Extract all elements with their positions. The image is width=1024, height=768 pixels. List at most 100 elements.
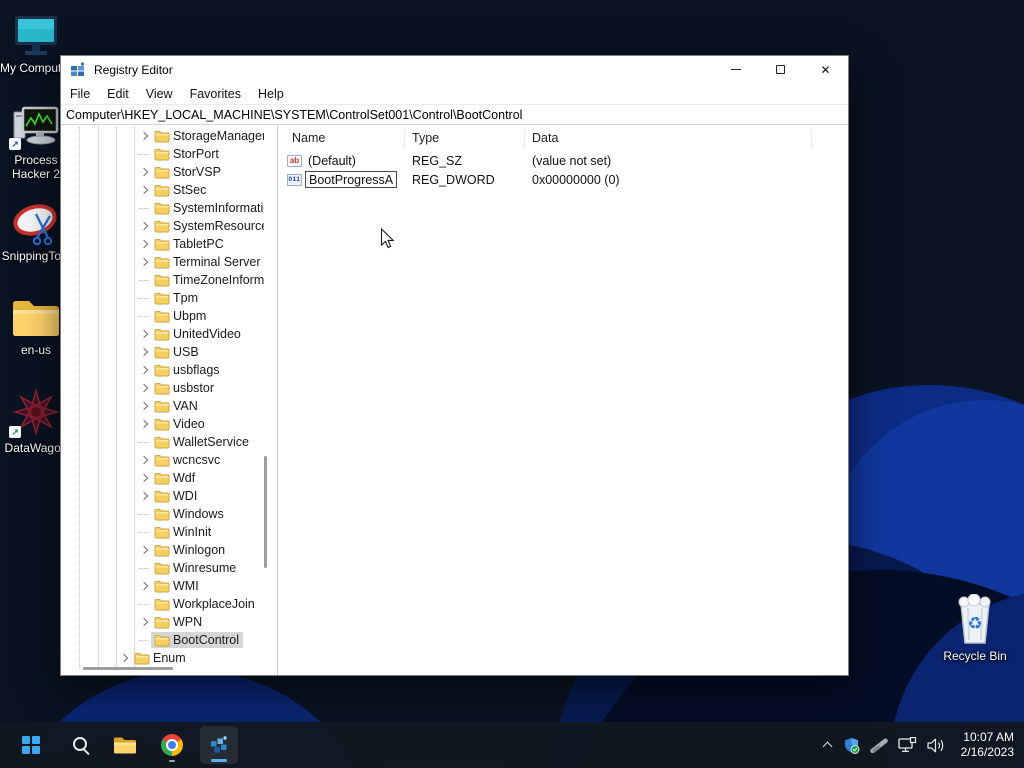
column-header-data[interactable]: Data (525, 129, 812, 147)
tree-node-label: usbflags (173, 363, 220, 377)
tree-node-windows[interactable]: Windows (61, 505, 264, 523)
tree-node-tabletpc[interactable]: TabletPC (61, 235, 264, 253)
chevron-right-icon[interactable] (139, 346, 151, 358)
registry-editor-taskbar-button[interactable] (200, 726, 238, 764)
chevron-right-icon[interactable] (139, 238, 151, 250)
menu-favorites[interactable]: Favorites (190, 87, 241, 101)
tree-node-systeminformation[interactable]: SystemInformation (61, 199, 264, 217)
address-bar[interactable]: Computer\HKEY_LOCAL_MACHINE\SYSTEM\Contr… (61, 104, 848, 125)
tree-node-label: usbstor (173, 381, 214, 395)
tree-node-unitedvideo[interactable]: UnitedVideo (61, 325, 264, 343)
tree-vertical-scrollbar[interactable] (264, 456, 267, 568)
tree-node-wmi[interactable]: WMI (61, 577, 264, 595)
chevron-right-icon[interactable] (139, 130, 151, 142)
chevron-right-icon[interactable] (139, 454, 151, 466)
tree-node-van[interactable]: VAN (61, 397, 264, 415)
tree-node-storvsp[interactable]: StorVSP (61, 163, 264, 181)
tree-node-label: SystemResources (173, 219, 264, 233)
menu-help[interactable]: Help (258, 87, 284, 101)
folder-icon (154, 292, 170, 305)
taskbar-clock[interactable]: 10:07 AM 2/16/2023 (961, 730, 1014, 760)
maximize-button[interactable] (758, 56, 803, 83)
chevron-right-icon[interactable] (139, 544, 151, 556)
tree-node-enum[interactable]: Enum (61, 649, 264, 667)
tree-node-workplacejoin[interactable]: WorkplaceJoin (61, 595, 264, 613)
folder-icon (154, 310, 170, 323)
start-button[interactable] (12, 726, 50, 764)
windows-logo-icon (22, 736, 40, 754)
tree-connector (139, 634, 151, 646)
tree-node-wpn[interactable]: WPN (61, 613, 264, 631)
chevron-right-icon[interactable] (139, 166, 151, 178)
tree-node-winlogon[interactable]: Winlogon (61, 541, 264, 559)
tree-node-ubpm[interactable]: Ubpm (61, 307, 264, 325)
tree-node-tpm[interactable]: Tpm (61, 289, 264, 307)
folder-icon (154, 274, 170, 287)
windows-security-icon[interactable] (843, 737, 860, 754)
chevron-right-icon[interactable] (139, 184, 151, 196)
chevron-right-icon[interactable] (139, 220, 151, 232)
chevron-right-icon[interactable] (119, 652, 131, 664)
minimize-button[interactable] (713, 56, 758, 83)
chevron-right-icon[interactable] (139, 418, 151, 430)
registry-value-row[interactable]: ab (Default) REG_SZ (value not set) (279, 151, 848, 170)
value-data: 0x00000000 (0) (532, 172, 620, 187)
minimize-icon (730, 69, 741, 70)
title-bar[interactable]: Registry Editor ✕ (61, 56, 848, 83)
tree-node-usbstor[interactable]: usbstor (61, 379, 264, 397)
tree-node-label: Winresume (173, 561, 237, 575)
chevron-right-icon[interactable] (139, 580, 151, 592)
tray-overflow-button[interactable] (823, 740, 833, 750)
tree-node-stsec[interactable]: StSec (61, 181, 264, 199)
folder-icon (154, 544, 170, 557)
folder-icon (154, 166, 170, 179)
file-explorer-button[interactable] (106, 726, 144, 764)
tree-node-label: wcncsvc (173, 453, 221, 467)
rename-edit-field[interactable]: BootProgressA (305, 171, 398, 188)
tree-node-winresume[interactable]: Winresume (61, 559, 264, 577)
chevron-right-icon[interactable] (139, 328, 151, 340)
tree-node-wdf[interactable]: Wdf (61, 469, 264, 487)
tree-node-wcncsvc[interactable]: wcncsvc (61, 451, 264, 469)
tree-node-walletservice[interactable]: WalletService (61, 433, 264, 451)
tree-node-terminal-server[interactable]: Terminal Server (61, 253, 264, 271)
chevron-right-icon[interactable] (139, 364, 151, 376)
volume-icon[interactable] (927, 738, 946, 753)
column-header-name[interactable]: Name (279, 129, 405, 147)
tree-node-wininit[interactable]: WinInit (61, 523, 264, 541)
tree-connector (139, 148, 151, 160)
menu-file[interactable]: File (70, 87, 90, 101)
tree-node-timezoneinformation[interactable]: TimeZoneInformation (61, 271, 264, 289)
tree-node-label: WPN (173, 615, 203, 629)
tree-node-usb[interactable]: USB (61, 343, 264, 361)
close-button[interactable]: ✕ (803, 56, 848, 83)
menu-view[interactable]: View (146, 87, 173, 101)
chevron-right-icon[interactable] (139, 472, 151, 484)
column-header-type[interactable]: Type (405, 129, 525, 147)
chevron-right-icon[interactable] (139, 382, 151, 394)
tree-node-video[interactable]: Video (61, 415, 264, 433)
chevron-right-icon[interactable] (139, 616, 151, 628)
tree-node-systemresources[interactable]: SystemResources (61, 217, 264, 235)
tree-node-storagemanagement[interactable]: StorageManagement (61, 127, 264, 145)
chevron-right-icon[interactable] (139, 256, 151, 268)
search-button[interactable] (59, 726, 97, 764)
tree-node-storport[interactable]: StorPort (61, 145, 264, 163)
folder-icon (154, 256, 170, 269)
chevron-right-icon[interactable] (139, 490, 151, 502)
registry-value-row[interactable]: 011 BootProgressA REG_DWORD 0x00000000 (0) (279, 170, 848, 189)
chevron-right-icon[interactable] (139, 400, 151, 412)
tree-node-usbflags[interactable]: usbflags (61, 361, 264, 379)
desktop-icon-recycle-bin[interactable]: ♻ Recycle Bin (936, 590, 1014, 663)
tree-node-wdi[interactable]: WDI (61, 487, 264, 505)
folder-icon (154, 472, 170, 485)
ethernet-icon[interactable] (898, 737, 917, 753)
chrome-button[interactable] (153, 726, 191, 764)
tree-node-bootcontrol[interactable]: BootControl (61, 631, 264, 649)
tree-node-label: Ubpm (173, 309, 207, 323)
network-disconnected-icon[interactable] (870, 737, 888, 753)
tree-horizontal-scrollbar[interactable] (83, 667, 173, 670)
folder-icon (154, 616, 170, 629)
menu-edit[interactable]: Edit (107, 87, 129, 101)
value-name: (Default) (308, 153, 356, 168)
